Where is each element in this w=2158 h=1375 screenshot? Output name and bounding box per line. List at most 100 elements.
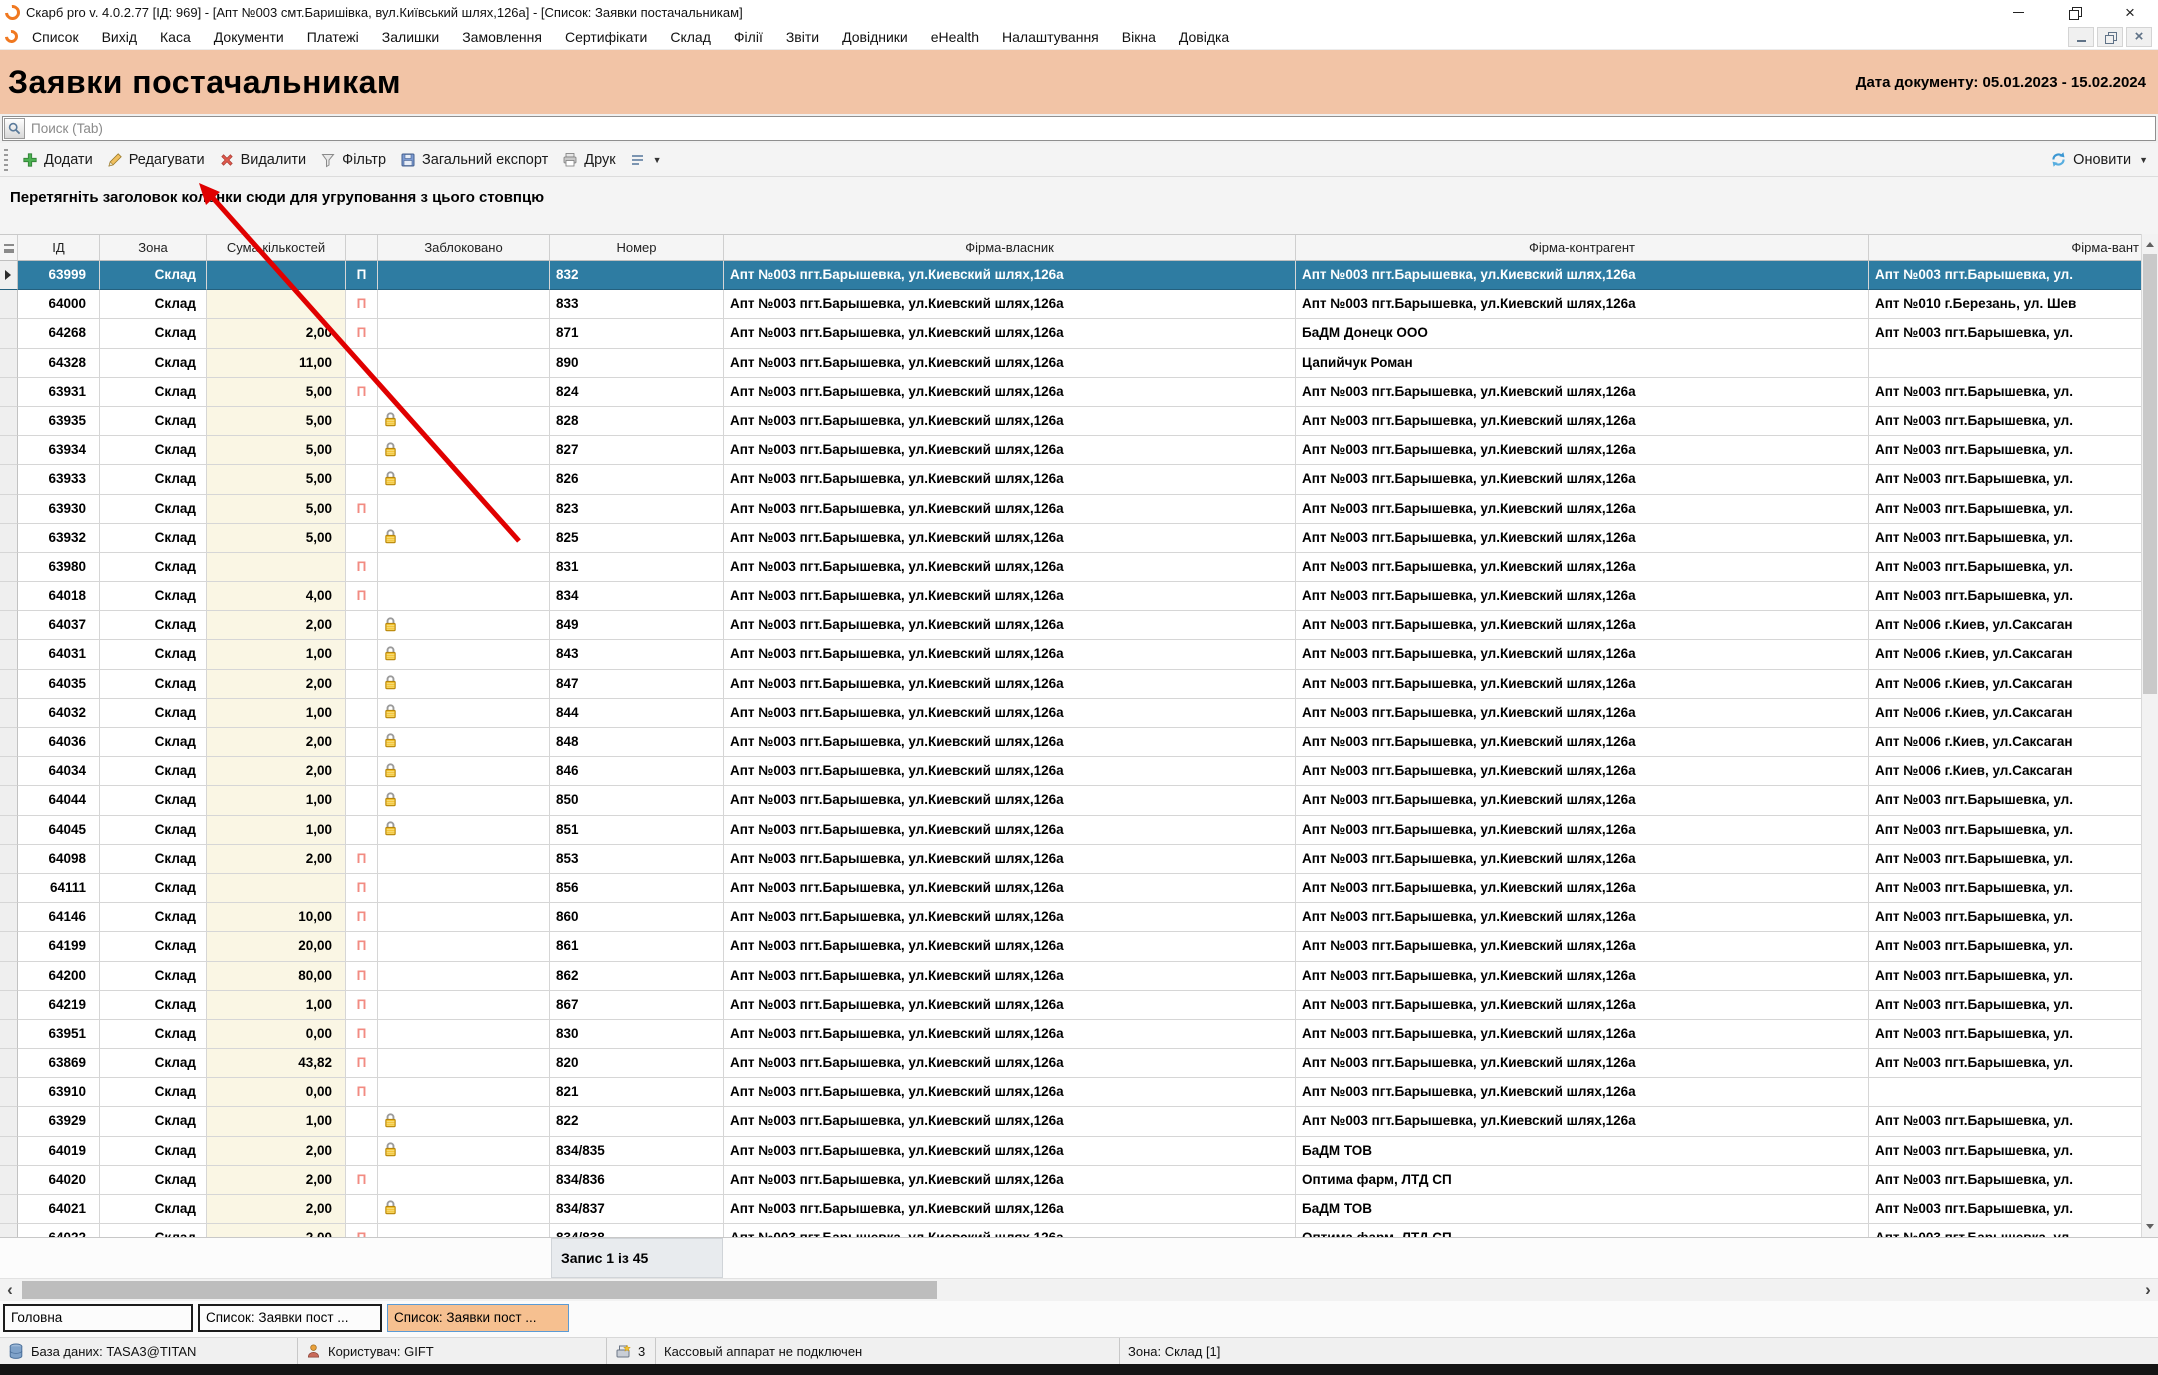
- table-row[interactable]: 64268Склад2,00П871Апт №003 пгт.Барышевка…: [0, 319, 2141, 348]
- table-row[interactable]: 64019Склад2,00834/835Апт №003 пгт.Барыше…: [0, 1137, 2141, 1166]
- lock-icon: [382, 1199, 399, 1216]
- menu-item-0[interactable]: Список: [32, 29, 79, 45]
- table-row[interactable]: 63999СкладП832Апт №003 пгт.Барышевка, ул…: [0, 261, 2141, 290]
- menu-item-5[interactable]: Залишки: [382, 29, 439, 45]
- cell-contragent: Апт №003 пгт.Барышевка, ул.Киевский шлях…: [1296, 261, 1869, 290]
- horizontal-scrollbar[interactable]: ‹ ›: [0, 1278, 2158, 1301]
- table-row[interactable]: 64036Склад2,00848Апт №003 пгт.Барышевка,…: [0, 728, 2141, 757]
- add-button[interactable]: Додати: [22, 152, 93, 168]
- table-row[interactable]: 64045Склад1,00851Апт №003 пгт.Барышевка,…: [0, 816, 2141, 845]
- table-row[interactable]: 64111СкладП856Апт №003 пгт.Барышевка, ул…: [0, 874, 2141, 903]
- menu-item-12[interactable]: eHealth: [931, 29, 979, 45]
- column-header-contragent[interactable]: Фірма-контрагент: [1296, 235, 1869, 260]
- mdi-restore-button[interactable]: [2097, 27, 2123, 47]
- table-row[interactable]: 64021Склад2,00834/837Апт №003 пгт.Барыше…: [0, 1195, 2141, 1224]
- table-row[interactable]: 64328Склад11,00890Апт №003 пгт.Барышевка…: [0, 349, 2141, 378]
- table-row[interactable]: 63934Склад5,00827Апт №003 пгт.Барышевка,…: [0, 436, 2141, 465]
- column-header-consignee[interactable]: Фірма-вант: [1869, 235, 2141, 260]
- cell-qty: 0,00: [207, 1078, 346, 1107]
- table-row[interactable]: 63935Склад5,00828Апт №003 пгт.Барышевка,…: [0, 407, 2141, 436]
- cell-contragent: Апт №003 пгт.Барышевка, ул.Киевский шлях…: [1296, 670, 1869, 699]
- menu-item-9[interactable]: Філії: [734, 29, 763, 45]
- vertical-scroll-thumb[interactable]: [2143, 254, 2157, 694]
- table-row[interactable]: 63931Склад5,00П824Апт №003 пгт.Барышевка…: [0, 378, 2141, 407]
- table-row[interactable]: 63980СкладП831Апт №003 пгт.Барышевка, ул…: [0, 553, 2141, 582]
- toolbar: Додати Редагувати Видалити Фільтр Загаль…: [0, 143, 2158, 177]
- restore-button[interactable]: [2046, 0, 2102, 24]
- refresh-button[interactable]: Оновити ▼: [2050, 151, 2148, 168]
- menu-item-14[interactable]: Вікна: [1122, 29, 1156, 45]
- table-row[interactable]: 63951Склад0,00П830Апт №003 пгт.Барышевка…: [0, 1020, 2141, 1049]
- table-row[interactable]: 64018Склад4,00П834Апт №003 пгт.Барышевка…: [0, 582, 2141, 611]
- toolbar-grip[interactable]: [4, 149, 8, 171]
- menu-item-2[interactable]: Каса: [160, 29, 191, 45]
- mdi-minimize-button[interactable]: [2068, 27, 2094, 47]
- menu-item-1[interactable]: Вихід: [102, 29, 137, 45]
- table-row[interactable]: 64044Склад1,00850Апт №003 пгт.Барышевка,…: [0, 786, 2141, 815]
- horizontal-scroll-thumb[interactable]: [22, 1281, 937, 1299]
- header-corner[interactable]: [0, 235, 18, 260]
- column-header-owner[interactable]: Фірма-власник: [724, 235, 1296, 260]
- column-header-blocked[interactable]: Заблоковано: [378, 235, 550, 260]
- tab-1[interactable]: Головна: [3, 1304, 193, 1332]
- print-button[interactable]: Друк: [562, 152, 615, 168]
- table-row[interactable]: 63929Склад1,00822Апт №003 пгт.Барышевка,…: [0, 1107, 2141, 1136]
- table-row[interactable]: 64035Склад2,00847Апт №003 пгт.Барышевка,…: [0, 670, 2141, 699]
- menu-item-11[interactable]: Довідники: [842, 29, 908, 45]
- table-row[interactable]: 64000СкладП833Апт №003 пгт.Барышевка, ул…: [0, 290, 2141, 319]
- menu-item-10[interactable]: Звіти: [786, 29, 819, 45]
- cell-zone: Склад: [100, 1224, 207, 1237]
- menu-item-4[interactable]: Платежі: [307, 29, 359, 45]
- scroll-right-arrow[interactable]: ›: [2138, 1279, 2158, 1301]
- view-options-button[interactable]: ▼: [630, 153, 662, 167]
- column-header-flag[interactable]: [346, 235, 378, 260]
- tab-3[interactable]: Список: Заявки пост ...: [387, 1304, 569, 1332]
- table-row[interactable]: 64199Склад20,00П861Апт №003 пгт.Барышевк…: [0, 932, 2141, 961]
- table-row[interactable]: 64031Склад1,00843Апт №003 пгт.Барышевка,…: [0, 640, 2141, 669]
- close-button[interactable]: ×: [2102, 0, 2158, 24]
- scroll-up-arrow[interactable]: [2142, 236, 2158, 253]
- table-row[interactable]: 63869Склад43,82П820Апт №003 пгт.Барышевк…: [0, 1049, 2141, 1078]
- table-row[interactable]: 63910Склад0,00П821Апт №003 пгт.Барышевка…: [0, 1078, 2141, 1107]
- cell-zone: Склад: [100, 962, 207, 991]
- row-indicator: [0, 436, 18, 465]
- column-header-qty[interactable]: Сума кількостей: [207, 235, 346, 260]
- menu-item-7[interactable]: Сертифікати: [565, 29, 647, 45]
- edit-button[interactable]: Редагувати: [107, 152, 205, 168]
- table-row[interactable]: 64037Склад2,00849Апт №003 пгт.Барышевка,…: [0, 611, 2141, 640]
- tab-2[interactable]: Список: Заявки пост ...: [198, 1304, 382, 1332]
- cell-number: 860: [550, 903, 724, 932]
- menu-item-6[interactable]: Замовлення: [462, 29, 542, 45]
- table-row[interactable]: 63930Склад5,00П823Апт №003 пгт.Барышевка…: [0, 495, 2141, 524]
- column-header-id[interactable]: ІД: [18, 235, 100, 260]
- menu-item-15[interactable]: Довідка: [1179, 29, 1229, 45]
- search-input[interactable]: [2, 116, 2156, 141]
- menu-item-8[interactable]: Склад: [670, 29, 711, 45]
- search-button[interactable]: [4, 118, 25, 139]
- column-header-number[interactable]: Номер: [550, 235, 724, 260]
- table-row[interactable]: 64022Склад2,00П834/838Апт №003 пгт.Барыш…: [0, 1224, 2141, 1237]
- minimize-button[interactable]: [1990, 0, 2046, 24]
- table-row[interactable]: 64034Склад2,00846Апт №003 пгт.Барышевка,…: [0, 757, 2141, 786]
- export-button[interactable]: Загальний експорт: [400, 152, 548, 168]
- delete-button[interactable]: Видалити: [219, 152, 307, 168]
- menu-item-13[interactable]: Налаштування: [1002, 29, 1099, 45]
- scroll-left-arrow[interactable]: ‹: [0, 1279, 20, 1301]
- table-row[interactable]: 64200Склад80,00П862Апт №003 пгт.Барышевк…: [0, 962, 2141, 991]
- vertical-scrollbar[interactable]: [2141, 234, 2158, 1237]
- menu-item-3[interactable]: Документи: [214, 29, 284, 45]
- mdi-close-button[interactable]: ×: [2126, 27, 2152, 47]
- filter-button[interactable]: Фільтр: [320, 152, 386, 168]
- cell-consignee: Апт №006 г.Киев, ул.Саксаган: [1869, 670, 2141, 699]
- table-row[interactable]: 64219Склад1,00П867Апт №003 пгт.Барышевка…: [0, 991, 2141, 1020]
- column-header-zone[interactable]: Зона: [100, 235, 207, 260]
- table-row[interactable]: 64098Склад2,00П853Апт №003 пгт.Барышевка…: [0, 845, 2141, 874]
- cell-blocked: [378, 407, 550, 436]
- table-row[interactable]: 63932Склад5,00825Апт №003 пгт.Барышевка,…: [0, 524, 2141, 553]
- table-row[interactable]: 63933Склад5,00826Апт №003 пгт.Барышевка,…: [0, 465, 2141, 494]
- search-icon: [8, 122, 21, 135]
- table-row[interactable]: 64020Склад2,00П834/836Апт №003 пгт.Барыш…: [0, 1166, 2141, 1195]
- table-row[interactable]: 64146Склад10,00П860Апт №003 пгт.Барышевк…: [0, 903, 2141, 932]
- table-row[interactable]: 64032Склад1,00844Апт №003 пгт.Барышевка,…: [0, 699, 2141, 728]
- scroll-down-arrow[interactable]: [2142, 1218, 2158, 1235]
